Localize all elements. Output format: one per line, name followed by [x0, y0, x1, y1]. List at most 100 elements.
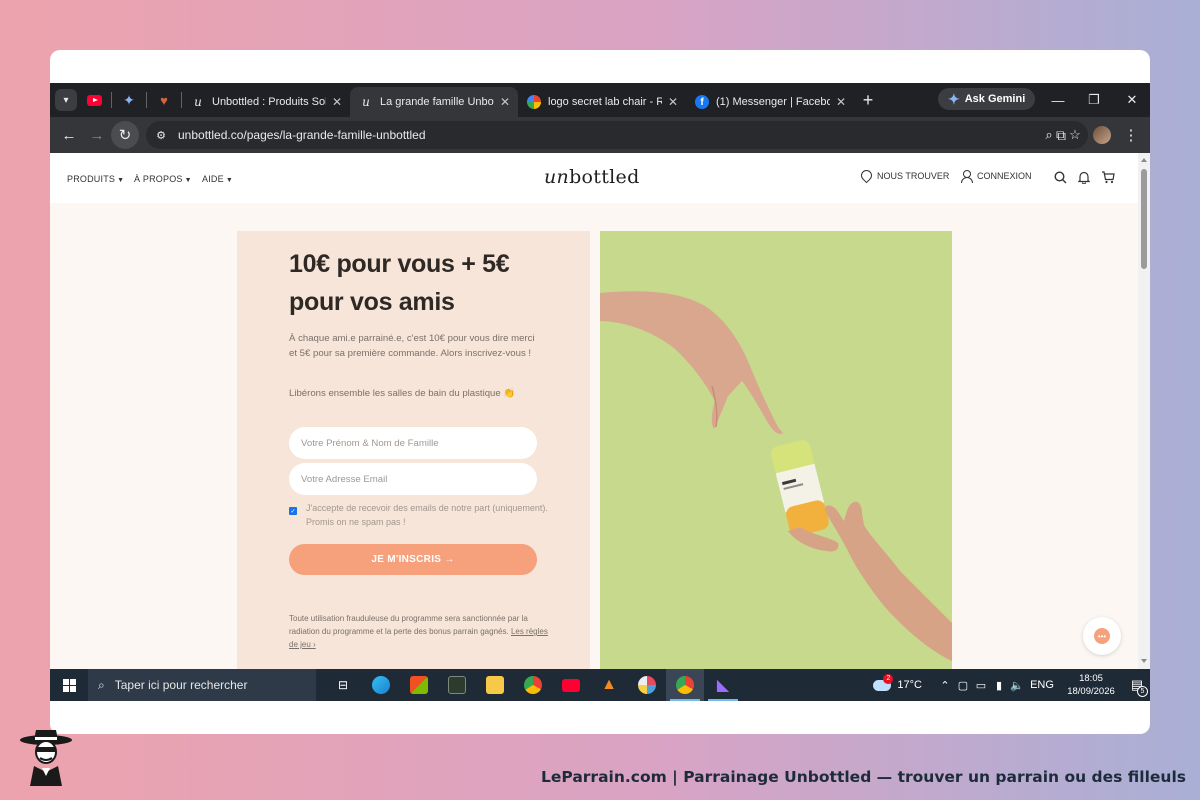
- login-link[interactable]: CONNEXION: [960, 170, 1032, 183]
- caret-down-icon: ▼: [117, 177, 125, 184]
- tab-google-search[interactable]: logo secret lab chair - Recherche ✕: [518, 87, 686, 117]
- battery-icon[interactable]: ▮: [990, 679, 1008, 692]
- leparrain-mascot-logo: [20, 730, 72, 786]
- tab-grande-famille[interactable]: u La grande famille Unbottled ✕: [350, 87, 518, 117]
- restore-icon[interactable]: ❐: [1076, 83, 1112, 117]
- clock[interactable]: 18:05 18/09/2026: [1058, 672, 1124, 698]
- app-icon[interactable]: [438, 669, 476, 701]
- address-bar[interactable]: ⚙ unbottled.co/pages/la-grande-famille-u…: [146, 121, 1088, 149]
- notification-count: 5: [1137, 686, 1148, 697]
- signup-button[interactable]: JE M'INSCRIS →: [289, 544, 537, 575]
- forward-icon[interactable]: →: [83, 121, 111, 149]
- fox-icon: ♥: [160, 92, 168, 108]
- screenshot-card: ▾ ✦ ♥ u Unbottled : Produits Solides ✕ u…: [50, 50, 1150, 734]
- nav-a-propos[interactable]: À PROPOS ▼: [134, 174, 192, 184]
- tab-unbottled-products[interactable]: u Unbottled : Produits Solides ✕: [182, 87, 350, 117]
- start-button[interactable]: [50, 669, 88, 701]
- chevron-up-icon[interactable]: ⌃: [936, 679, 954, 692]
- more-menu-icon[interactable]: ⋮: [1120, 121, 1142, 149]
- caret-down-icon: ▼: [184, 177, 192, 184]
- edge-icon[interactable]: [362, 669, 400, 701]
- chat-widget-button[interactable]: •••: [1083, 617, 1121, 655]
- pinned-tab-gemini[interactable]: ✦: [112, 83, 146, 117]
- clock-date: 18/09/2026: [1067, 686, 1115, 697]
- tab-title: logo secret lab chair - Recherche: [548, 96, 662, 108]
- minimize-icon[interactable]: —: [1040, 83, 1076, 117]
- paint-icon[interactable]: [628, 669, 666, 701]
- scroll-down-icon[interactable]: [1141, 659, 1147, 663]
- pinned-tab-youtube[interactable]: [77, 83, 111, 117]
- nav-aide[interactable]: AIDE ▼: [202, 174, 233, 184]
- store-icon[interactable]: [400, 669, 438, 701]
- ask-gemini-label: Ask Gemini: [964, 93, 1026, 105]
- taskbar-search-box[interactable]: ⌕ Taper ici pour rechercher: [88, 669, 316, 701]
- page-scrollbar[interactable]: [1138, 153, 1150, 669]
- tab-search-icon[interactable]: ▾: [55, 89, 77, 111]
- email-input[interactable]: [289, 463, 537, 495]
- scroll-up-icon[interactable]: [1141, 158, 1147, 162]
- consent-row: ✓ J'accepte de recevoir des emails de no…: [289, 501, 549, 529]
- find-us-label: NOUS TROUVER: [877, 170, 950, 181]
- search-icon[interactable]: [1052, 169, 1068, 185]
- google-favicon-icon: [526, 94, 542, 110]
- extensions-icon[interactable]: ⧉: [1048, 121, 1074, 149]
- unbottled-favicon-icon: u: [362, 95, 370, 109]
- site-info-icon[interactable]: ⚙: [150, 124, 172, 146]
- youtube-icon[interactable]: [552, 669, 590, 701]
- network-icon[interactable]: ▭: [972, 679, 990, 692]
- tab-title: La grande famille Unbottled: [380, 96, 494, 108]
- nav-produits[interactable]: PRODUITS ▼: [67, 174, 124, 184]
- intro-text: À chaque ami.e parrainé.e, c'est 10€ pou…: [289, 333, 535, 359]
- weather-temp: 17°C: [897, 679, 922, 691]
- name-input[interactable]: [289, 427, 537, 459]
- tagline-text: Libérons ensemble les salles de bain du …: [289, 388, 516, 399]
- consent-checkbox[interactable]: ✓: [289, 507, 297, 515]
- taskbar-search-placeholder: Taper ici pour rechercher: [114, 678, 248, 692]
- pinned-tab-fox[interactable]: ♥: [147, 83, 181, 117]
- chrome-icon[interactable]: [514, 669, 552, 701]
- vlc-icon[interactable]: ▲: [590, 669, 628, 701]
- cart-icon[interactable]: [1100, 169, 1116, 185]
- clock-time: 18:05: [1079, 673, 1103, 684]
- tab-messenger[interactable]: f (1) Messenger | Facebook ✕: [686, 87, 854, 117]
- device-icon[interactable]: ▢: [954, 679, 972, 692]
- hero-image: [600, 231, 952, 669]
- chat-bubble-icon: •••: [1094, 628, 1110, 644]
- browser-toolbar: ← → ↻ ⚙ unbottled.co/pages/la-grande-fam…: [50, 117, 1150, 153]
- volume-icon[interactable]: 🔈: [1008, 679, 1026, 692]
- weather-badge: 2: [883, 673, 894, 684]
- language-indicator[interactable]: ENG: [1026, 679, 1058, 691]
- url-text[interactable]: unbottled.co/pages/la-grande-famille-unb…: [178, 128, 1036, 142]
- unbottled-logo[interactable]: unbottled: [544, 166, 640, 188]
- gemini-icon: ✦: [948, 90, 960, 107]
- scroll-thumb[interactable]: [1141, 169, 1147, 269]
- ask-gemini-button[interactable]: ✦ Ask Gemini: [938, 88, 1036, 110]
- consent-label: J'accepte de recevoir des emails de notr…: [306, 503, 548, 527]
- facebook-favicon-icon: f: [694, 94, 710, 110]
- site-header: PRODUITS ▼ À PROPOS ▼ AIDE ▼ unbottled NOUS…: [50, 153, 1138, 203]
- system-tray: 2 17°C ⌃ ▢ ▭ ▮ 🔈 ENG 18:05 18/09/2026 ▤ 5: [873, 669, 1150, 701]
- find-us-link[interactable]: NOUS TROUVER: [858, 167, 950, 184]
- close-icon[interactable]: ✕: [668, 95, 678, 109]
- reload-icon[interactable]: ↻: [111, 121, 139, 149]
- youtube-icon: [86, 94, 102, 106]
- close-icon[interactable]: ✕: [332, 95, 342, 109]
- file-explorer-icon[interactable]: [476, 669, 514, 701]
- close-icon[interactable]: ✕: [836, 95, 846, 109]
- cloud-icon: 2: [873, 673, 894, 691]
- vpn-icon[interactable]: ◣: [704, 669, 742, 701]
- task-view-icon[interactable]: ⊟: [324, 669, 362, 701]
- login-label: CONNEXION: [977, 171, 1032, 181]
- user-icon: [960, 170, 973, 183]
- profile-avatar[interactable]: [1093, 126, 1111, 144]
- bell-icon[interactable]: [1076, 169, 1092, 185]
- back-icon[interactable]: ←: [55, 121, 83, 149]
- new-tab-icon[interactable]: +: [854, 90, 882, 111]
- weather-widget[interactable]: 2 17°C: [873, 673, 922, 691]
- tab-title: Unbottled : Produits Solides: [212, 96, 326, 108]
- chrome-active-icon[interactable]: [666, 669, 704, 701]
- notifications-icon[interactable]: ▤ 5: [1124, 669, 1150, 701]
- close-icon[interactable]: ✕: [500, 95, 510, 109]
- page-title: 10€ pour vous + 5€ pour vos amis: [289, 250, 510, 316]
- close-window-icon[interactable]: ✕: [1114, 83, 1150, 117]
